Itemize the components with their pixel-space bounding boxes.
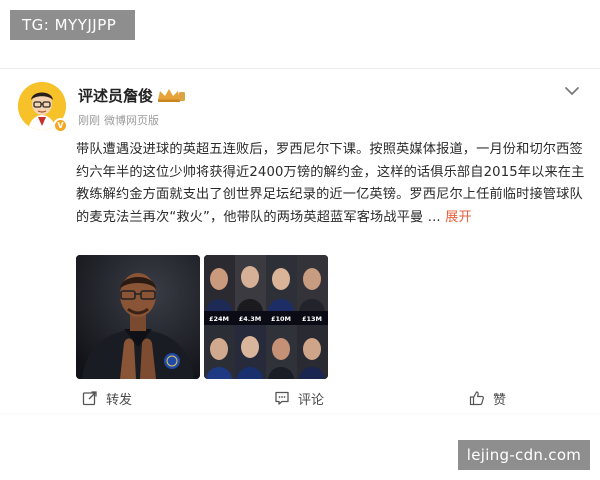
coach-photo[interactable] [76,255,200,379]
chevron-down-icon[interactable] [564,85,580,97]
post-actions: 转发 评论 赞 [0,383,600,413]
username[interactable]: 评述员詹俊 [78,85,153,106]
tg-watermark: TG: MYYJJPP [10,10,135,40]
comment-icon [275,391,289,405]
like-icon [469,391,484,406]
comment-button[interactable]: 评论 [274,387,324,409]
comment-label: 评论 [298,392,325,408]
like-label: 赞 [493,392,507,408]
site-watermark: lejing-cdn.com [458,440,590,470]
share-label: 转发 [106,392,133,408]
verified-icon: V [53,118,68,133]
expand-link[interactable]: 展开 [445,210,472,225]
collage-label-2: £4.3M [239,315,262,323]
collage-label-3: £10M [271,315,291,323]
share-button[interactable]: 转发 [82,387,132,409]
post-time: 刚刚 [78,114,100,127]
crown-icon [158,89,185,102]
post-text: 带队遭遇没进球的英超五连败后，罗西尼尔下课。按照英媒体报道，一月份和切尔西签约六… [76,139,586,229]
collage-label-1: £24M [209,315,229,323]
managers-collage[interactable]: £24M £4.3M £10M £13M [204,255,328,379]
post-meta: 刚刚 微博网页版 [78,112,159,128]
share-icon [82,391,97,406]
weibo-post-card: V 评述员詹俊 刚刚 微博网页版 带队遭遇没进球的英超五连败后，罗西尼尔下课。按照… [0,68,600,413]
collage-label-4: £13M [302,315,322,323]
post-source: 微博网页版 [104,114,159,127]
post-text-content: 带队遭遇没进球的英超五连败后，罗西尼尔下课。按照英媒体报道，一月份和切尔西签约六… [76,142,585,225]
like-button[interactable]: 赞 [469,387,506,409]
